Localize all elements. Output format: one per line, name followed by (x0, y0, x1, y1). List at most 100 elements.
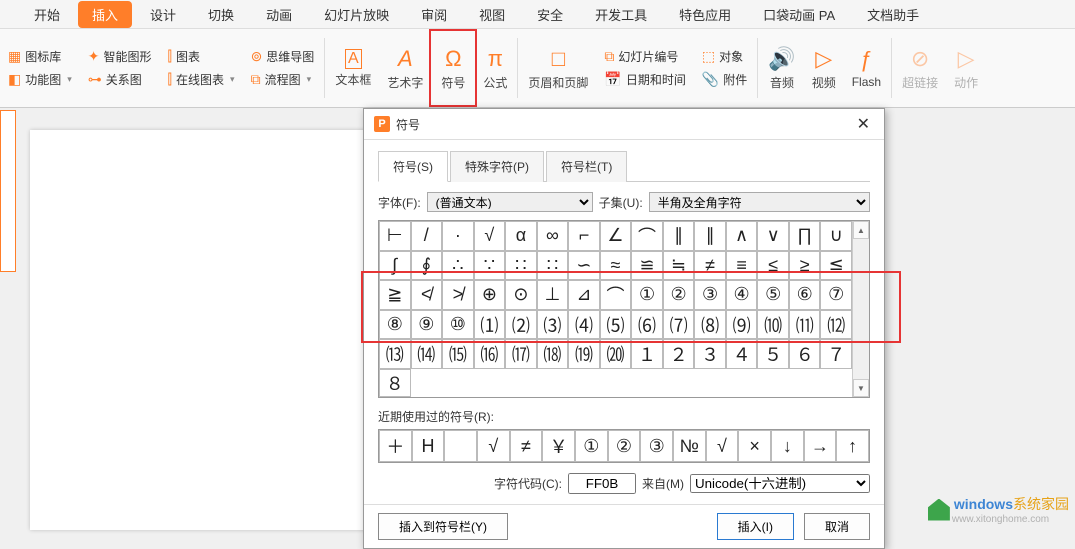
symbol-cell[interactable]: ≯ (442, 280, 474, 310)
symbol-cell[interactable]: ≌ (631, 251, 663, 281)
attachment-button[interactable]: 📎附件 (702, 71, 747, 88)
recent-symbol-cell[interactable]: ② (608, 430, 641, 462)
recent-symbol-cell[interactable]: ≠ (510, 430, 543, 462)
tab-doc-helper[interactable]: 文档助手 (853, 1, 933, 28)
symbol-cell[interactable]: ≮ (411, 280, 443, 310)
tab-dev[interactable]: 开发工具 (581, 1, 661, 28)
wordart-button[interactable]: A艺术字 (379, 33, 431, 103)
symbol-cell[interactable]: ∴ (442, 251, 474, 281)
header-footer-button[interactable]: □页眉和页脚 (520, 33, 596, 103)
tab-insert[interactable]: 插入 (78, 1, 132, 28)
symbol-cell[interactable]: ⌒ (631, 221, 663, 251)
scroll-track[interactable] (853, 239, 869, 379)
insert-to-bar-button[interactable]: 插入到符号栏(Y) (378, 513, 508, 540)
symbol-cell[interactable]: ⊙ (505, 280, 537, 310)
symbol-cell[interactable]: ≤ (757, 251, 789, 281)
symbol-cell[interactable]: ⒀ (379, 339, 411, 369)
action-button[interactable]: ▷动作 (946, 33, 986, 103)
textbox-button[interactable]: A文本框 (327, 33, 379, 103)
tab-special-chars[interactable]: 特殊字符(P) (450, 151, 544, 182)
subset-select[interactable]: 半角及全角字符 (649, 192, 870, 212)
recent-symbol-cell[interactable]: √ (477, 430, 510, 462)
symbol-cell[interactable]: ∷ (537, 251, 569, 281)
symbol-cell[interactable]: ≧ (379, 280, 411, 310)
symbol-cell[interactable]: ∵ (474, 251, 506, 281)
symbol-cell[interactable]: ④ (726, 280, 758, 310)
insert-button[interactable]: 插入(I) (717, 513, 794, 540)
symbol-cell[interactable]: ≥ (789, 251, 821, 281)
symbol-cell[interactable]: ５ (757, 339, 789, 369)
symbol-cell[interactable]: ∠ (600, 221, 632, 251)
symbol-cell[interactable]: ⑽ (757, 310, 789, 340)
symbol-cell[interactable]: ∨ (757, 221, 789, 251)
symbol-cell[interactable]: ⊕ (474, 280, 506, 310)
symbol-cell[interactable]: ⑧ (379, 310, 411, 340)
symbol-cell[interactable]: ⑾ (789, 310, 821, 340)
symbol-cell[interactable]: ≠ (694, 251, 726, 281)
symbol-cell[interactable]: ∷ (505, 251, 537, 281)
tab-animation[interactable]: 动画 (252, 1, 306, 28)
scrollbar[interactable]: ▲ ▼ (852, 221, 869, 397)
symbol-cell[interactable]: ６ (789, 339, 821, 369)
tab-review[interactable]: 审阅 (407, 1, 461, 28)
chart-button[interactable]: ⫿图表 (168, 48, 235, 65)
symbol-button[interactable]: Ω符号 (433, 33, 473, 103)
recent-symbol-cell[interactable]: ③ (640, 430, 673, 462)
tab-pocket[interactable]: 口袋动画 PA (749, 1, 849, 28)
flowchart-button[interactable]: ⧉流程图▾ (251, 71, 315, 88)
tab-transition[interactable]: 切换 (194, 1, 248, 28)
tab-special[interactable]: 特色应用 (665, 1, 745, 28)
symbol-cell[interactable]: ∪ (820, 221, 852, 251)
tab-view[interactable]: 视图 (465, 1, 519, 28)
symbol-cell[interactable]: ∽ (568, 251, 600, 281)
symbol-cell[interactable]: ⒃ (474, 339, 506, 369)
symbol-cell[interactable]: ⑵ (505, 310, 537, 340)
recent-symbol-cell[interactable]: ① (575, 430, 608, 462)
symbol-cell[interactable]: ⑼ (726, 310, 758, 340)
scroll-up-icon[interactable]: ▲ (853, 221, 869, 239)
recent-symbol-cell[interactable]: ↓ (771, 430, 804, 462)
symbol-cell[interactable]: ⒆ (568, 339, 600, 369)
symbol-cell[interactable]: ≦ (820, 251, 852, 281)
tab-security[interactable]: 安全 (523, 1, 577, 28)
video-button[interactable]: ▷视频 (804, 33, 844, 103)
tab-design[interactable]: 设计 (136, 1, 190, 28)
encoding-select[interactable]: Unicode(十六进制) (690, 474, 870, 493)
symbol-cell[interactable]: ⌒ (600, 280, 632, 310)
symbol-cell[interactable]: ⊢ (379, 221, 411, 251)
flash-button[interactable]: ƒFlash (844, 33, 889, 103)
symbol-cell[interactable]: ⑷ (568, 310, 600, 340)
symbol-cell[interactable]: ２ (663, 339, 695, 369)
symbol-cell[interactable]: ⑸ (600, 310, 632, 340)
symbol-cell[interactable]: ⒄ (505, 339, 537, 369)
symbol-cell[interactable]: ⑹ (631, 310, 663, 340)
symbol-cell[interactable]: ∥ (694, 221, 726, 251)
mindmap-button[interactable]: ⊚思维导图 (251, 48, 315, 65)
relation-diagram-button[interactable]: ⊶关系图 (88, 71, 152, 88)
tab-symbols[interactable]: 符号(S) (378, 151, 448, 182)
function-diagram-button[interactable]: ◧功能图▾ (8, 71, 72, 88)
symbol-cell[interactable]: ⒁ (411, 339, 443, 369)
symbol-cell[interactable]: ⑿ (820, 310, 852, 340)
audio-button[interactable]: 🔊音频 (760, 33, 803, 103)
tab-symbol-bar[interactable]: 符号栏(T) (546, 151, 627, 182)
recent-symbol-cell[interactable]: H (412, 430, 445, 462)
symbol-cell[interactable]: ⒅ (537, 339, 569, 369)
icon-library-button[interactable]: ▦图标库 (8, 48, 72, 65)
symbol-cell[interactable]: ８ (379, 369, 411, 397)
online-chart-button[interactable]: ⫿在线图表▾ (168, 71, 235, 88)
recent-symbol-cell[interactable]: × (738, 430, 771, 462)
recent-symbol-cell[interactable]: ￥ (542, 430, 575, 462)
symbol-cell[interactable]: ⑴ (474, 310, 506, 340)
datetime-button[interactable]: 📅日期和时间 (604, 71, 685, 88)
symbol-cell[interactable]: α (505, 221, 537, 251)
tab-start[interactable]: 开始 (20, 1, 74, 28)
symbol-cell[interactable]: ∏ (789, 221, 821, 251)
cancel-button[interactable]: 取消 (804, 513, 870, 540)
slide-thumbnail[interactable] (0, 110, 16, 272)
symbol-cell[interactable]: ⑩ (442, 310, 474, 340)
symbol-cell[interactable]: ∥ (663, 221, 695, 251)
slide-canvas[interactable] (30, 130, 370, 530)
symbol-cell[interactable]: ⑻ (694, 310, 726, 340)
scroll-down-icon[interactable]: ▼ (853, 379, 869, 397)
